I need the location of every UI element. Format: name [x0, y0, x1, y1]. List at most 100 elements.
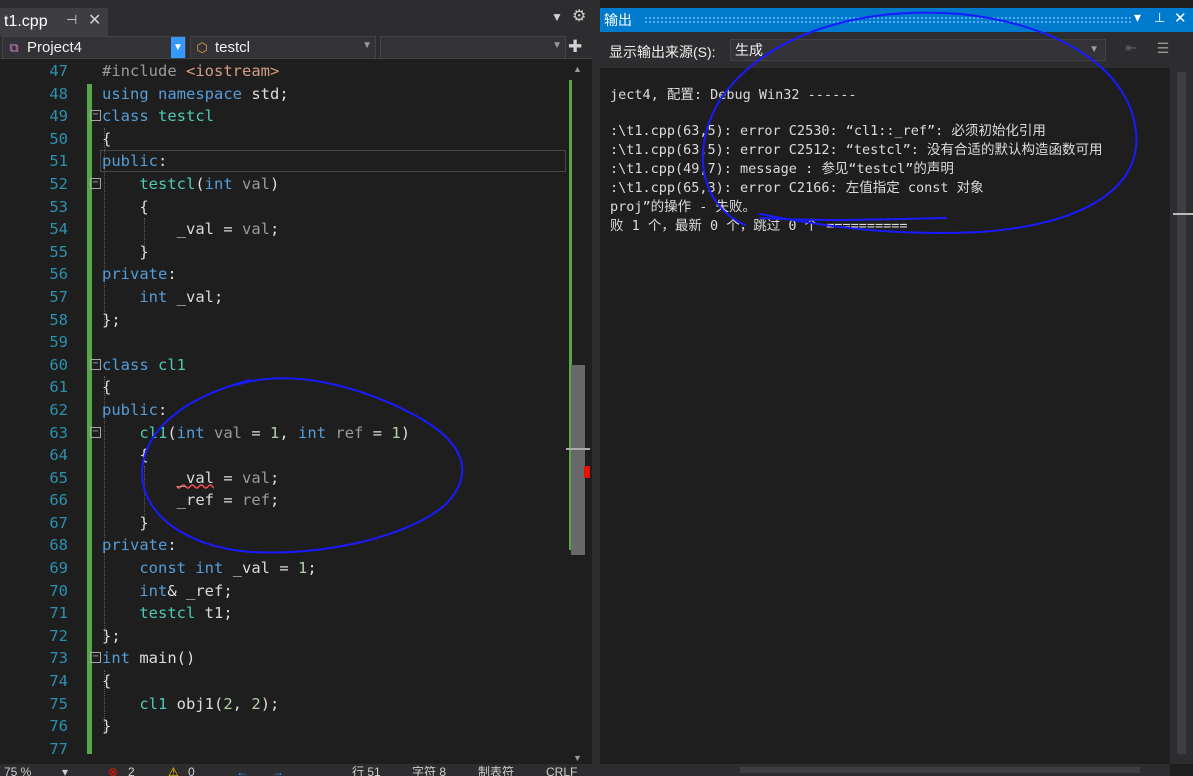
arrow-right-icon[interactable]: → [272, 765, 284, 776]
title-grip [644, 16, 1132, 24]
collapse-icon[interactable]: − [90, 652, 101, 663]
code-line: _ref = ref; [176, 491, 280, 510]
scroll-down-icon[interactable]: ▼ [573, 753, 582, 763]
scrollbar-thumb[interactable] [571, 365, 585, 555]
code-line: private: [102, 265, 177, 284]
split-window-icon[interactable]: ✚ [568, 37, 582, 57]
code-line: testcl(int val) [139, 174, 280, 193]
output-line: :\t1.cpp(63,5): error C2512: “testcl”: 没… [610, 142, 1103, 158]
line-number: 73 [49, 649, 68, 668]
output-vertical-scrollbar[interactable] [1170, 68, 1193, 764]
line-number: 52 [49, 174, 68, 193]
line-number: 50 [49, 129, 68, 148]
clear-all-icon[interactable]: ☰ [1152, 40, 1174, 60]
chevron-down-icon[interactable]: ▼ [1089, 40, 1099, 60]
tab-list-dropdown-icon[interactable]: ▼ [551, 10, 563, 24]
pin-icon[interactable]: ⊣ [66, 12, 77, 28]
line-number: 72 [49, 626, 68, 645]
goto-message-icon[interactable]: ⇤ [1120, 40, 1142, 60]
chevron-down-icon[interactable]: ▼ [552, 40, 562, 51]
document-tab-bar: t1.cpp ⊣ ✕ ▼ ⚙ [0, 0, 592, 36]
line-number: 47 [49, 62, 68, 80]
line-number: 65 [49, 468, 68, 487]
line-number: 59 [49, 333, 68, 352]
tab-title: t1.cpp [4, 13, 48, 30]
code-editor-pane: t1.cpp ⊣ ✕ ▼ ⚙ ⧉ Project4 ▼ ⬡ testcl ▼ ▼ [0, 0, 592, 776]
line-number: 77 [49, 739, 68, 758]
visual-studio-window: t1.cpp ⊣ ✕ ▼ ⚙ ⧉ Project4 ▼ ⬡ testcl ▼ ▼ [0, 0, 1193, 776]
line-indicator: 行 51 [352, 765, 381, 776]
chevron-down-icon[interactable]: ▾ [62, 765, 68, 776]
arrow-left-icon[interactable]: ← [236, 765, 248, 776]
code-line: cl1(int val = 1, int ref = 1) [139, 423, 411, 442]
warning-count[interactable]: 0 [188, 765, 195, 776]
editor-vertical-scrollbar[interactable]: ▲ ▼ [566, 60, 590, 765]
code-line: class cl1 [102, 355, 187, 374]
navigation-bar: ⧉ Project4 ▼ ⬡ testcl ▼ ▼ ✚ [0, 36, 592, 59]
scrollbar-thumb[interactable] [740, 767, 1140, 773]
pin-icon[interactable]: ⊥ [1154, 10, 1165, 26]
code-line: { [102, 446, 149, 465]
member-dropdown[interactable]: ▼ [380, 36, 566, 59]
code-line: #include <iostream> [102, 62, 280, 80]
gear-icon[interactable]: ⚙ [572, 6, 586, 26]
output-line: :\t1.cpp(63,5): error C2530: “cl1::_ref”… [610, 123, 1046, 139]
code-line: _val = val; [176, 468, 280, 487]
code-line: _val = val; [176, 220, 280, 239]
project-dropdown[interactable]: ⧉ Project4 ▼ [2, 36, 186, 59]
dropdown-icon[interactable]: ▾ [1134, 9, 1141, 26]
class-icon: ⬡ [196, 39, 208, 55]
output-line: proj”的操作 - 失败。 [610, 199, 757, 215]
line-number: 53 [49, 197, 68, 216]
scroll-up-icon[interactable]: ▲ [573, 64, 582, 74]
line-number: 49 [49, 107, 68, 126]
code-line: private: [102, 536, 177, 555]
tab-t1-cpp[interactable]: t1.cpp ⊣ ✕ [0, 8, 108, 36]
close-icon[interactable]: ✕ [88, 10, 101, 30]
output-horizontal-scrollbar[interactable] [600, 764, 1170, 776]
line-number-gutter: 47 48 49 50 51 52 53 54 55 56 57 58 59 60 61 62 63 64 65 66… [0, 60, 92, 760]
collapse-icon[interactable]: − [90, 110, 101, 121]
editor-status-bar: 75 % ▾ ⊗ 2 ⚠ 0 ← → 行 51 字符 8 制表符 CRLF [0, 764, 592, 776]
collapse-icon[interactable]: − [90, 178, 101, 189]
output-line: :\t1.cpp(49,7): message : 参见“testcl”的声明 [610, 161, 954, 177]
output-line: ject4, 配置: Debug Win32 ------ [610, 87, 857, 103]
line-number: 71 [49, 604, 68, 623]
line-number: 61 [49, 378, 68, 397]
code-line: } [102, 717, 112, 736]
collapse-icon[interactable]: − [90, 427, 101, 438]
code-line: using namespace std; [102, 84, 289, 103]
code-line: } [102, 242, 149, 261]
output-text-area[interactable]: ject4, 配置: Debug Win32 ------ :\t1.cpp(63… [600, 68, 1170, 764]
scope-dropdown[interactable]: ⬡ testcl ▼ [190, 36, 376, 59]
zoom-level[interactable]: 75 % [4, 765, 31, 776]
close-icon[interactable]: ✕ [1174, 9, 1187, 27]
code-line: const int _val = 1; [139, 559, 317, 578]
char-indicator: 字符 8 [412, 765, 447, 776]
output-title-bar: 输出 ▾ ⊥ ✕ [600, 8, 1193, 32]
output-title: 输出 [604, 12, 632, 28]
code-line: }; [102, 626, 121, 645]
code-line: { [102, 129, 112, 148]
line-number: 68 [49, 536, 68, 555]
code-line: } [102, 513, 149, 532]
line-number: 54 [49, 220, 68, 239]
code-line: public: [102, 400, 168, 419]
collapse-icon[interactable]: − [90, 359, 101, 370]
code-line: int& _ref; [139, 581, 233, 600]
scrollbar-thumb[interactable] [1177, 72, 1186, 754]
code-line: { [102, 378, 112, 397]
chevron-down-icon[interactable]: ▼ [171, 37, 185, 58]
line-number: 48 [49, 84, 68, 103]
pane-splitter[interactable] [592, 0, 600, 776]
chevron-down-icon[interactable]: ▼ [362, 40, 372, 51]
error-count[interactable]: 2 [128, 765, 135, 776]
tabs-indicator: 制表符 [478, 765, 515, 776]
code-text-area[interactable]: #include <iostream> using namespace std;… [102, 60, 562, 760]
line-number: 57 [49, 287, 68, 306]
line-number: 67 [49, 513, 68, 532]
output-source-dropdown[interactable]: 生成 ▼ [730, 39, 1106, 61]
line-number: 70 [49, 581, 68, 600]
